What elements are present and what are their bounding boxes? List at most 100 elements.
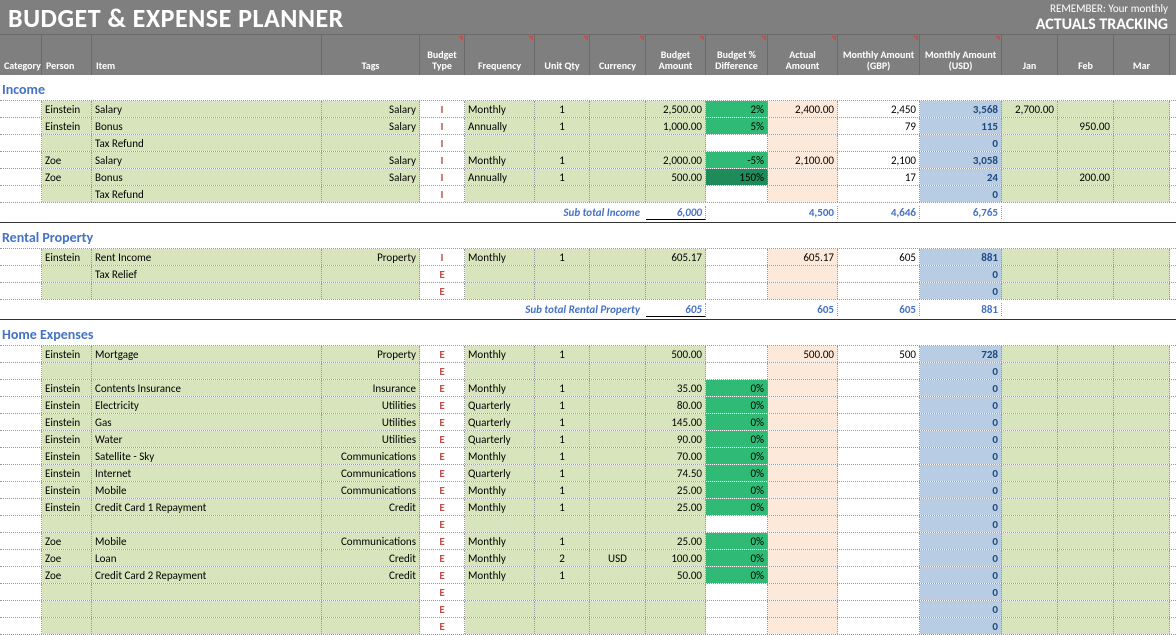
cell-freq[interactable] — [465, 186, 535, 202]
cell-person[interactable]: Zoe — [42, 550, 92, 566]
cell-jan[interactable] — [1002, 550, 1058, 566]
cell-aamt[interactable] — [768, 118, 838, 134]
cell-freq[interactable]: Annually — [465, 169, 535, 185]
cell-blank[interactable] — [0, 448, 42, 464]
cell-cur[interactable] — [590, 363, 646, 379]
cell-blank[interactable] — [0, 363, 42, 379]
cell-gbp[interactable]: 605 — [838, 249, 920, 265]
table-row[interactable]: ZoeBonusSalaryIAnnually1500.00150%172420… — [0, 169, 1176, 186]
cell-gbp[interactable] — [838, 363, 920, 379]
cell-item[interactable]: Mortgage — [92, 346, 322, 362]
cell-cur[interactable] — [590, 533, 646, 549]
cell-bt[interactable]: E — [420, 618, 465, 634]
table-row[interactable]: ZoeSalarySalaryIMonthly12,000.00-5%2,100… — [0, 152, 1176, 169]
cell-jan[interactable] — [1002, 283, 1058, 299]
cell-bt[interactable]: E — [420, 414, 465, 430]
cell-tags[interactable]: Credit — [322, 499, 420, 515]
cell-bamt[interactable]: 25.00 — [646, 482, 706, 498]
cell-bdiff[interactable]: 0% — [706, 380, 768, 396]
cell-person[interactable]: Einstein — [42, 249, 92, 265]
cell-tags[interactable]: Property — [322, 346, 420, 362]
cell-blank[interactable] — [0, 431, 42, 447]
cell-cur[interactable] — [590, 414, 646, 430]
cell-cur[interactable] — [590, 601, 646, 617]
cell-usd[interactable]: 0 — [920, 266, 1002, 282]
table-row[interactable]: E0 — [0, 584, 1176, 601]
table-row[interactable]: E0 — [0, 363, 1176, 380]
cell-person[interactable] — [42, 363, 92, 379]
cell-cur[interactable] — [590, 465, 646, 481]
cell-aamt[interactable]: 500.00 — [768, 346, 838, 362]
cell-mar[interactable] — [1114, 118, 1170, 134]
cell-person[interactable]: Einstein — [42, 118, 92, 134]
cell-bt[interactable]: E — [420, 363, 465, 379]
cell-item[interactable]: Credit Card 2 Repayment — [92, 567, 322, 583]
cell-aamt[interactable] — [768, 601, 838, 617]
cell-freq[interactable] — [465, 135, 535, 151]
cell-person[interactable]: Zoe — [42, 567, 92, 583]
cell-freq[interactable] — [465, 363, 535, 379]
cell-aamt[interactable] — [768, 266, 838, 282]
cell-freq[interactable]: Monthly — [465, 567, 535, 583]
cell-bamt[interactable] — [646, 516, 706, 532]
cell-mar[interactable] — [1114, 169, 1170, 185]
cell-gbp[interactable] — [838, 533, 920, 549]
cell-item[interactable] — [92, 584, 322, 600]
cell-bt[interactable]: I — [420, 249, 465, 265]
cell-tags[interactable]: Communications — [322, 533, 420, 549]
cell-tags[interactable]: Communications — [322, 482, 420, 498]
cell-person[interactable]: Zoe — [42, 169, 92, 185]
cell-bamt[interactable] — [646, 266, 706, 282]
cell-usd[interactable]: 0 — [920, 550, 1002, 566]
cell-person[interactable]: Einstein — [42, 380, 92, 396]
cell-mar[interactable] — [1114, 448, 1170, 464]
cell-feb[interactable] — [1058, 266, 1114, 282]
cell-gbp[interactable] — [838, 550, 920, 566]
cell-qty[interactable]: 1 — [535, 397, 590, 413]
cell-bamt[interactable] — [646, 601, 706, 617]
cell-gbp[interactable] — [838, 135, 920, 151]
cell-tags[interactable]: Utilities — [322, 414, 420, 430]
cell-bamt[interactable] — [646, 135, 706, 151]
cell-cur[interactable] — [590, 118, 646, 134]
cell-bamt[interactable] — [646, 363, 706, 379]
cell-bt[interactable]: E — [420, 380, 465, 396]
cell-qty[interactable]: 1 — [535, 431, 590, 447]
cell-freq[interactable]: Monthly — [465, 346, 535, 362]
cell-usd[interactable]: 0 — [920, 482, 1002, 498]
cell-bdiff[interactable] — [706, 363, 768, 379]
cell-feb[interactable] — [1058, 346, 1114, 362]
cell-freq[interactable]: Monthly — [465, 152, 535, 168]
cell-bamt[interactable]: 74.50 — [646, 465, 706, 481]
cell-mar[interactable] — [1114, 431, 1170, 447]
cell-gbp[interactable] — [838, 482, 920, 498]
cell-freq[interactable] — [465, 584, 535, 600]
cell-qty[interactable]: 1 — [535, 346, 590, 362]
cell-person[interactable]: Einstein — [42, 101, 92, 117]
cell-usd[interactable]: 728 — [920, 346, 1002, 362]
cell-gbp[interactable]: 500 — [838, 346, 920, 362]
cell-person[interactable]: Zoe — [42, 152, 92, 168]
cell-mar[interactable] — [1114, 601, 1170, 617]
cell-feb[interactable] — [1058, 414, 1114, 430]
cell-mar[interactable] — [1114, 618, 1170, 634]
cell-qty[interactable] — [535, 135, 590, 151]
cell-gbp[interactable] — [838, 397, 920, 413]
cell-freq[interactable]: Monthly — [465, 380, 535, 396]
table-row[interactable]: EinsteinMortgagePropertyEMonthly1500.005… — [0, 346, 1176, 363]
cell-cur[interactable] — [590, 516, 646, 532]
cell-jan[interactable] — [1002, 431, 1058, 447]
cell-usd[interactable]: 115 — [920, 118, 1002, 134]
cell-gbp[interactable] — [838, 499, 920, 515]
cell-bamt[interactable]: 25.00 — [646, 533, 706, 549]
cell-cur[interactable] — [590, 584, 646, 600]
cell-usd[interactable]: 0 — [920, 516, 1002, 532]
cell-cur[interactable] — [590, 618, 646, 634]
cell-item[interactable]: Tax Relief — [92, 266, 322, 282]
cell-tags[interactable]: Insurance — [322, 380, 420, 396]
cell-bamt[interactable]: 2,000.00 — [646, 152, 706, 168]
cell-qty[interactable]: 1 — [535, 101, 590, 117]
cell-bt[interactable]: I — [420, 186, 465, 202]
cell-person[interactable]: Einstein — [42, 448, 92, 464]
cell-bamt[interactable]: 500.00 — [646, 169, 706, 185]
